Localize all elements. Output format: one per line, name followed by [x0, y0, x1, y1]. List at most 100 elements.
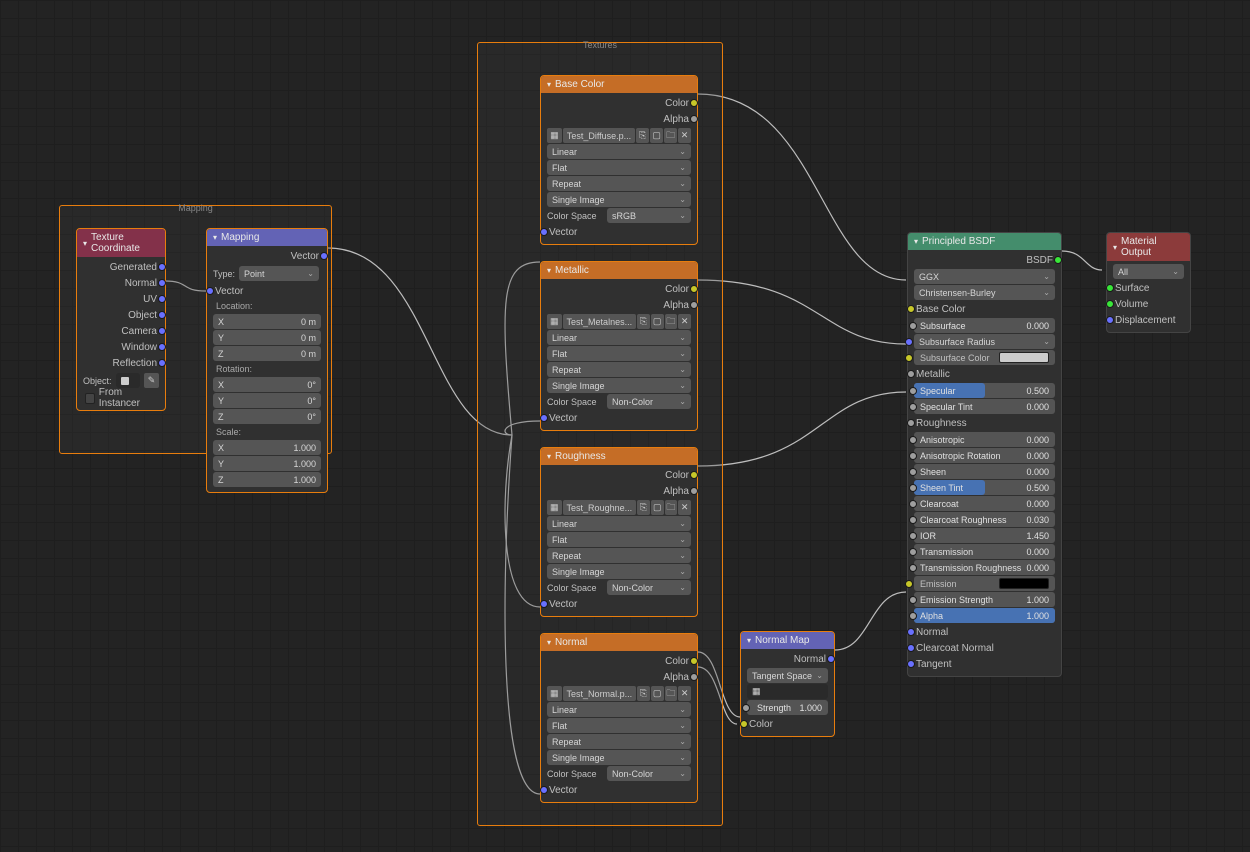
in-volume[interactable]: Volume — [1111, 296, 1186, 312]
node-header[interactable]: ▾Normal Map — [741, 632, 834, 649]
open-icon[interactable]: 🗀 — [664, 128, 677, 143]
new-icon[interactable]: ▢ — [651, 686, 664, 701]
node-header[interactable]: ▾Base Color — [541, 76, 697, 93]
interp-dropdown[interactable]: Linear⌄ — [547, 516, 691, 531]
image-datablock[interactable]: ▦ Test_Normal.p... ⎘ ▢ 🗀 ✕ — [547, 686, 691, 701]
extension-dropdown[interactable]: Repeat⌄ — [547, 176, 691, 191]
in-surface[interactable]: Surface — [1111, 280, 1186, 296]
collapse-icon[interactable]: ▾ — [747, 636, 751, 645]
node-image-roughness[interactable]: ▾Roughness Color Alpha ▦ Test_Roughne...… — [540, 447, 698, 617]
projection-dropdown[interactable]: Flat⌄ — [547, 718, 691, 733]
colorspace-dropdown[interactable]: Non-Color⌄ — [607, 394, 691, 409]
scl-z[interactable]: Z1.000 — [213, 472, 321, 487]
node-image-normal[interactable]: ▾Normal Color Alpha ▦ Test_Normal.p... ⎘… — [540, 633, 698, 803]
uvmap-field[interactable]: ▦ — [747, 684, 828, 699]
out-generated[interactable]: Generated — [81, 259, 161, 275]
projection-dropdown[interactable]: Flat⌄ — [547, 346, 691, 361]
open-icon[interactable]: 🗀 — [665, 686, 678, 701]
collapse-icon[interactable]: ▾ — [1113, 243, 1117, 252]
new-icon[interactable]: ▢ — [650, 128, 663, 143]
node-header[interactable]: ▾Principled BSDF — [908, 233, 1061, 250]
in-basecolor[interactable]: Base Color — [912, 301, 1057, 317]
from-instancer-toggle[interactable]: From Instancer — [81, 390, 161, 406]
in-subsurface-color[interactable]: Subsurface Color — [914, 350, 1055, 365]
projection-dropdown[interactable]: Flat⌄ — [547, 532, 691, 547]
in-displacement[interactable]: Displacement — [1111, 312, 1186, 328]
new-icon[interactable]: ▢ — [651, 500, 664, 515]
collapse-icon[interactable]: ▾ — [914, 237, 918, 246]
users-icon[interactable]: ⎘ — [636, 128, 649, 143]
in-color[interactable]: Color — [745, 716, 830, 732]
new-icon[interactable]: ▢ — [651, 314, 664, 329]
object-field[interactable] — [116, 373, 140, 388]
collapse-icon[interactable]: ▾ — [547, 638, 551, 647]
collapse-icon[interactable]: ▾ — [547, 266, 551, 275]
collapse-icon[interactable]: ▾ — [83, 239, 87, 248]
extension-dropdown[interactable]: Repeat⌄ — [547, 548, 691, 563]
image-name[interactable]: Test_Metalnes... — [563, 314, 637, 329]
sss-dropdown[interactable]: Christensen-Burley⌄ — [914, 285, 1055, 300]
in-subsurface[interactable]: Subsurface0.000 — [914, 318, 1055, 333]
node-header[interactable]: ▾ Texture Coordinate — [77, 229, 165, 257]
node-header[interactable]: ▾Normal — [541, 634, 697, 651]
users-icon[interactable]: ⎘ — [637, 500, 650, 515]
image-datablock[interactable]: ▦ Test_Roughne... ⎘ ▢ 🗀 ✕ — [547, 500, 691, 515]
distribution-dropdown[interactable]: GGX⌄ — [914, 269, 1055, 284]
out-reflection[interactable]: Reflection — [81, 355, 161, 371]
source-dropdown[interactable]: Single Image⌄ — [547, 378, 691, 393]
image-browse-icon[interactable]: ▦ — [547, 128, 562, 143]
in-anisotropic[interactable]: Anisotropic0.000 — [914, 432, 1055, 447]
users-icon[interactable]: ⎘ — [637, 314, 650, 329]
in-vector[interactable]: Vector — [545, 224, 693, 240]
out-color[interactable]: Color — [545, 281, 693, 297]
open-icon[interactable]: 🗀 — [665, 314, 678, 329]
interp-dropdown[interactable]: Linear⌄ — [547, 702, 691, 717]
out-bsdf[interactable]: BSDF — [912, 252, 1057, 268]
unlink-icon[interactable]: ✕ — [678, 500, 691, 515]
in-normal[interactable]: Normal — [912, 624, 1057, 640]
in-specular[interactable]: Specular0.500 — [914, 383, 1055, 398]
colorspace-dropdown[interactable]: sRGB⌄ — [607, 208, 691, 223]
type-dropdown[interactable]: Point⌄ — [239, 266, 319, 281]
collapse-icon[interactable]: ▾ — [547, 452, 551, 461]
in-sheen-tint[interactable]: Sheen Tint0.500 — [914, 480, 1055, 495]
out-normal[interactable]: Normal — [81, 275, 161, 291]
strength-slider[interactable]: Strength1.000 — [747, 700, 828, 715]
in-alpha[interactable]: Alpha1.000 — [914, 608, 1055, 623]
in-vector[interactable]: Vector — [545, 782, 693, 798]
unlink-icon[interactable]: ✕ — [678, 686, 691, 701]
interp-dropdown[interactable]: Linear⌄ — [547, 330, 691, 345]
node-header[interactable]: ▾Roughness — [541, 448, 697, 465]
out-color[interactable]: Color — [545, 467, 693, 483]
out-uv[interactable]: UV — [81, 291, 161, 307]
source-dropdown[interactable]: Single Image⌄ — [547, 192, 691, 207]
eyedropper-icon[interactable]: ✎ — [144, 373, 159, 388]
in-emission-strength[interactable]: Emission Strength1.000 — [914, 592, 1055, 607]
in-clearcoat[interactable]: Clearcoat0.000 — [914, 496, 1055, 511]
rot-x[interactable]: X0° — [213, 377, 321, 392]
in-roughness[interactable]: Roughness — [912, 415, 1057, 431]
loc-x[interactable]: X0 m — [213, 314, 321, 329]
node-texture-coordinate[interactable]: ▾ Texture Coordinate Generated Normal UV… — [76, 228, 166, 411]
out-window[interactable]: Window — [81, 339, 161, 355]
node-image-metallic[interactable]: ▾Metallic Color Alpha ▦ Test_Metalnes...… — [540, 261, 698, 431]
node-image-basecolor[interactable]: ▾Base Color Color Alpha ▦ Test_Diffuse.p… — [540, 75, 698, 245]
source-dropdown[interactable]: Single Image⌄ — [547, 750, 691, 765]
in-clearcoat-roughness[interactable]: Clearcoat Roughness0.030 — [914, 512, 1055, 527]
image-name[interactable]: Test_Roughne... — [563, 500, 637, 515]
extension-dropdown[interactable]: Repeat⌄ — [547, 734, 691, 749]
in-tangent[interactable]: Tangent — [912, 656, 1057, 672]
image-browse-icon[interactable]: ▦ — [547, 314, 562, 329]
in-vector[interactable]: Vector — [545, 596, 693, 612]
in-emission[interactable]: Emission — [914, 576, 1055, 591]
image-name[interactable]: Test_Normal.p... — [563, 686, 637, 701]
out-alpha[interactable]: Alpha — [545, 669, 693, 685]
out-alpha[interactable]: Alpha — [545, 111, 693, 127]
in-specular-tint[interactable]: Specular Tint0.000 — [914, 399, 1055, 414]
in-ior[interactable]: IOR1.450 — [914, 528, 1055, 543]
collapse-icon[interactable]: ▾ — [547, 80, 551, 89]
out-camera[interactable]: Camera — [81, 323, 161, 339]
unlink-icon[interactable]: ✕ — [678, 314, 691, 329]
image-datablock[interactable]: ▦ Test_Diffuse.p... ⎘ ▢ 🗀 ✕ — [547, 128, 691, 143]
unlink-icon[interactable]: ✕ — [678, 128, 691, 143]
